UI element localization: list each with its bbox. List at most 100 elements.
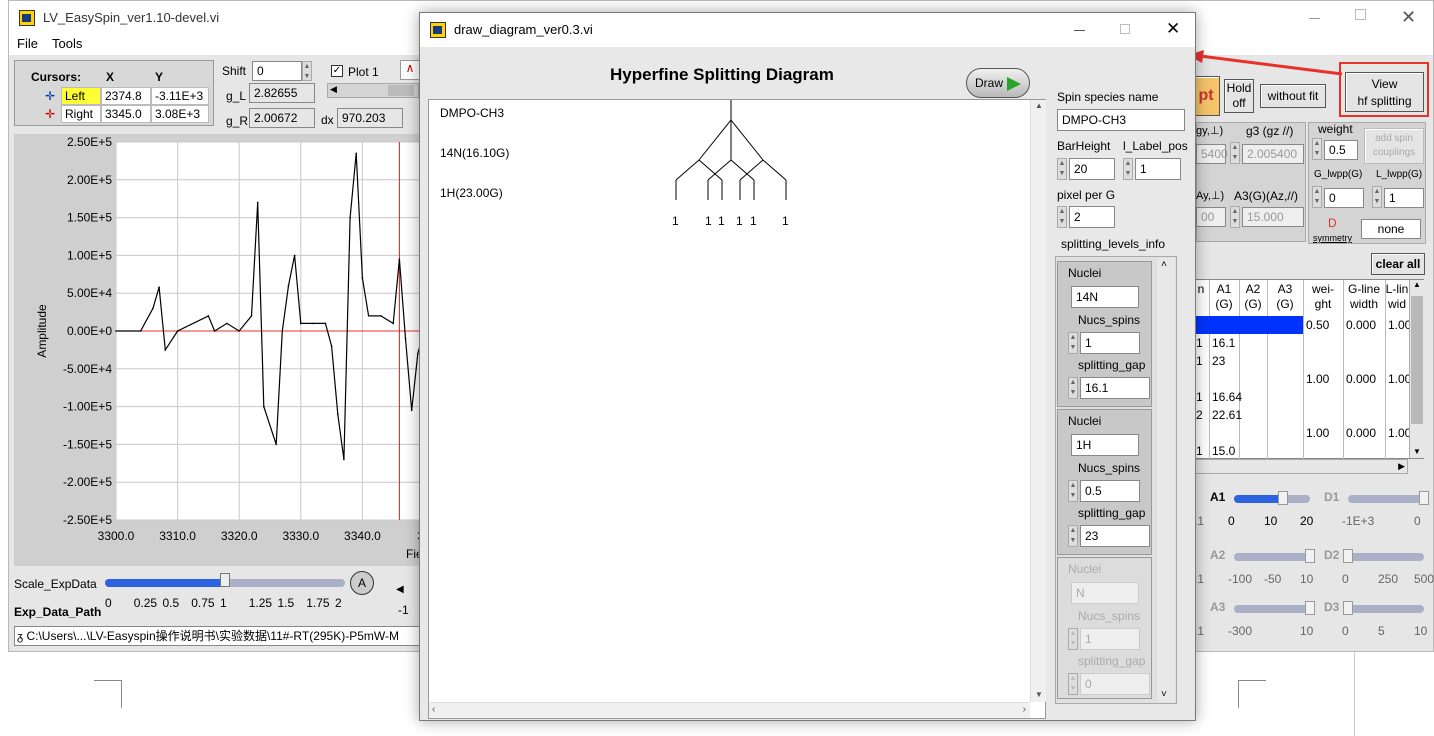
slider-track[interactable]	[1234, 605, 1310, 613]
nucs-spins-input[interactable]: 1	[1080, 332, 1140, 354]
table-cell[interactable]: 0.000	[1346, 426, 1376, 440]
bg-close-icon[interactable]: ✕	[1401, 7, 1416, 28]
table-cell[interactable]: 16.1	[1212, 336, 1235, 350]
barheight-spinner[interactable]: ▲ ▼	[1057, 158, 1067, 180]
table-cell[interactable]: 1	[1196, 390, 1203, 404]
plot-style-swatch[interactable]: ∧	[400, 60, 420, 80]
a3-spinner[interactable]: ▲ ▼	[1230, 206, 1240, 228]
nuclei-input[interactable]: 14N	[1071, 286, 1139, 308]
draw-button[interactable]: Draw	[966, 68, 1030, 98]
diagram-canvas[interactable]: DMPO-CH3 14N(16.10G) 1H(23.00G) 1 1 1 1 …	[428, 99, 1046, 719]
maximize-icon[interactable]	[1120, 24, 1130, 34]
scale-slider-thumb[interactable]	[220, 573, 230, 587]
bg-maximize-icon[interactable]	[1355, 9, 1366, 20]
table-cell[interactable]: 1.00	[1388, 426, 1411, 440]
slider-thumb[interactable]	[1343, 549, 1353, 563]
a2-value[interactable]: 00	[1196, 207, 1226, 227]
g-lwpp-value[interactable]: 0	[1324, 188, 1364, 208]
table-cell[interactable]: 1.00	[1388, 318, 1411, 332]
table-cell[interactable]: 2	[1196, 408, 1203, 422]
scale-expdata-slider[interactable]	[105, 573, 345, 588]
nuclei-input[interactable]: N	[1071, 582, 1139, 604]
menu-file[interactable]: File	[17, 36, 38, 51]
table-cell[interactable]: 0.000	[1346, 318, 1376, 332]
slider-thumb[interactable]	[1305, 601, 1315, 615]
table-header[interactable]: G-line width	[1343, 282, 1385, 312]
nucs-spins-input[interactable]: 1	[1080, 628, 1140, 650]
a3-value[interactable]: 15.000	[1242, 207, 1304, 227]
g-lwpp-spinner[interactable]: ▲ ▼	[1312, 186, 1322, 208]
slider-thumb[interactable]	[1343, 601, 1353, 615]
plot1-checkbox[interactable]: ✓	[331, 65, 343, 77]
table-header[interactable]: A3 (G)	[1267, 282, 1303, 312]
symmetry-select[interactable]: none	[1361, 219, 1421, 239]
pixel-per-g-input[interactable]: 2	[1069, 206, 1115, 228]
table-header[interactable]: wei-ght	[1303, 282, 1343, 312]
array-vscroll[interactable]: ˄ ˅	[1157, 258, 1175, 702]
table-cell[interactable]: 15.0	[1212, 444, 1235, 458]
canvas-vscroll[interactable]: ▲ ▼	[1030, 100, 1046, 702]
bg-minimize-icon[interactable]	[1309, 18, 1320, 19]
couplings-table[interactable]: n A1 (G) A2 (G) A3 (G) wei-ght G-line width L-lin w…	[1192, 279, 1424, 460]
nucs-spins-input[interactable]: 0.5	[1080, 480, 1140, 502]
slider-track[interactable]	[1348, 495, 1424, 503]
without-fit-button[interactable]: without fit	[1260, 84, 1326, 108]
scroll-h[interactable]: ◀	[327, 83, 419, 98]
table-cell[interactable]: 22.61	[1212, 408, 1242, 422]
splitting-gap-input[interactable]: 23	[1080, 525, 1150, 547]
slider-track[interactable]	[1348, 605, 1424, 613]
table-cell[interactable]: 1	[1196, 444, 1203, 458]
cursor-left-name[interactable]: Left	[61, 87, 101, 105]
splitting-gap-spinner[interactable]: ▲ ▼	[1068, 673, 1078, 695]
table-cell[interactable]: 16.64	[1212, 390, 1242, 404]
shift-spinner[interactable]: ▲ ▼	[302, 61, 312, 81]
g2-value[interactable]: 5400	[1196, 144, 1228, 164]
table-cell[interactable]: 1.00	[1306, 372, 1329, 386]
path-browse-icon[interactable]: ᵹ	[17, 631, 23, 643]
weight-spinner[interactable]: ▲ ▼	[1312, 138, 1322, 160]
nucs-spins-spinner[interactable]: ▲ ▼	[1068, 480, 1078, 502]
nucs-spins-spinner[interactable]: ▲ ▼	[1068, 332, 1078, 354]
run-fit-button[interactable]: pt	[1192, 76, 1220, 116]
scale-badge[interactable]: A	[350, 571, 374, 595]
exp-data-path-field[interactable]: ᵹ C:\Users\...\LV-Easyspin操作说明书\实验数据\11#…	[14, 626, 420, 646]
spectrum-plot[interactable]: 2.50E+5 2.00E+5 1.50E+5 1.00E+5 5.00E+4 0.00E…	[14, 134, 431, 566]
view-hf-splitting-button[interactable]: View hf splitting	[1345, 72, 1424, 112]
canvas-hscroll[interactable]: ‹ ›	[429, 702, 1030, 718]
l-lwpp-spinner[interactable]: ▲ ▼	[1372, 186, 1382, 208]
shift-input[interactable]: 0	[252, 61, 302, 81]
table-cell[interactable]: 1.00	[1388, 372, 1411, 386]
table-cell[interactable]: 1	[1196, 354, 1203, 368]
l-lwpp-value[interactable]: 1	[1384, 188, 1424, 208]
g3-value[interactable]: 2.005400	[1242, 144, 1304, 164]
g3-spinner[interactable]: ▲ ▼	[1230, 142, 1240, 164]
slider-track[interactable]	[1348, 553, 1424, 561]
splitting-gap-input[interactable]: 0	[1080, 673, 1150, 695]
weight-value[interactable]: 0.5	[1324, 140, 1358, 160]
table-vscroll[interactable]: ▲ ▼	[1409, 280, 1424, 458]
slider-thumb[interactable]	[1277, 491, 1288, 505]
label-pos-input[interactable]: 1	[1135, 158, 1181, 180]
table-header[interactable]: A2 (G)	[1239, 282, 1267, 312]
minimize-icon[interactable]	[1074, 30, 1085, 31]
table-header[interactable]: A1 (G)	[1209, 282, 1239, 312]
nuclei-input[interactable]: 1H	[1071, 434, 1139, 456]
table-hscroll[interactable]: ▶	[1192, 459, 1408, 474]
clear-all-button[interactable]: clear all	[1371, 253, 1425, 275]
table-header[interactable]: L-lin wid	[1385, 282, 1409, 312]
table-cell[interactable]: 0.000	[1346, 372, 1376, 386]
pixel-per-g-spinner[interactable]: ▲ ▼	[1057, 206, 1067, 228]
spin-species-input[interactable]: DMPO-CH3	[1057, 109, 1185, 131]
add-spin-couplings-button[interactable]: add spin couplings	[1364, 128, 1424, 164]
slider-thumb[interactable]	[1419, 491, 1429, 505]
hold-off-button[interactable]: Hold off	[1224, 79, 1254, 113]
splitting-gap-spinner[interactable]: ▲ ▼	[1068, 525, 1078, 547]
slider-thumb[interactable]	[1305, 549, 1315, 563]
slider-track[interactable]	[1234, 553, 1310, 561]
table-cell[interactable]: 0.50	[1306, 318, 1329, 332]
table-cell[interactable]: 23	[1212, 354, 1225, 368]
splitting-gap-input[interactable]: 16.1	[1080, 377, 1150, 399]
table-cell[interactable]: 1.00	[1306, 426, 1329, 440]
nucs-spins-spinner[interactable]: ▲ ▼	[1068, 628, 1078, 650]
cursor-right-name[interactable]: Right	[61, 105, 101, 123]
